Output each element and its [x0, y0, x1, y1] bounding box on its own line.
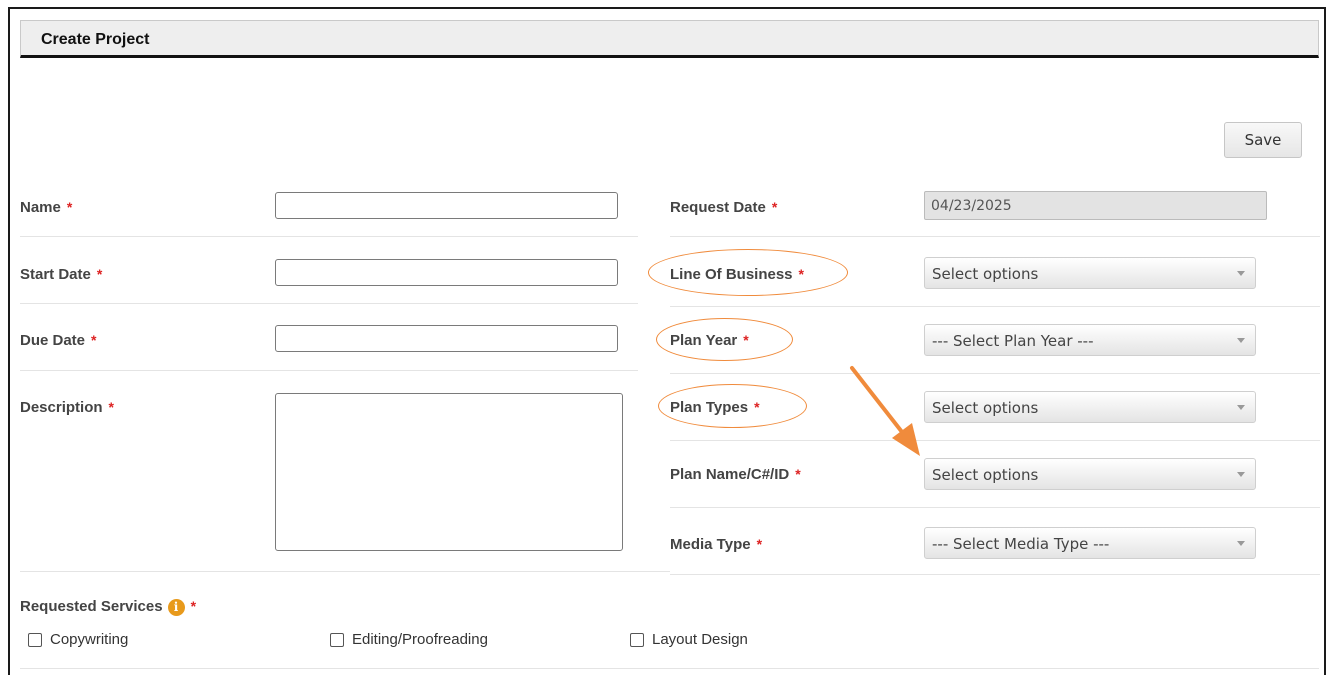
chevron-down-icon — [1237, 541, 1245, 546]
plan-name-selected: Select options — [932, 466, 1039, 484]
required-marker: * — [771, 199, 778, 215]
start-date-input[interactable] — [275, 259, 618, 286]
required-marker: * — [795, 466, 801, 482]
row-divider — [670, 306, 1320, 307]
plan-name-select[interactable]: Select options — [924, 458, 1256, 490]
service-option-editing[interactable]: Editing/Proofreading — [330, 631, 488, 648]
description-label-text: Description — [20, 399, 103, 416]
row-divider — [670, 507, 1320, 508]
page-title: Create Project — [41, 31, 150, 48]
name-input[interactable] — [275, 192, 618, 219]
row-divider — [20, 303, 638, 304]
start-date-label-text: Start Date — [20, 266, 91, 283]
name-label-text: Name — [20, 199, 61, 216]
media-type-select[interactable]: --- Select Media Type --- — [924, 527, 1256, 559]
required-marker: * — [108, 399, 114, 415]
plan-types-select[interactable]: Select options — [924, 391, 1256, 423]
layout-design-checkbox[interactable] — [630, 632, 644, 647]
required-marker: * — [96, 266, 103, 282]
copywriting-label: Copywriting — [50, 631, 129, 648]
save-button[interactable]: Save — [1224, 122, 1302, 158]
media-type-label: Media Type * — [670, 536, 762, 553]
copywriting-checkbox[interactable] — [28, 632, 42, 647]
row-divider — [670, 373, 1320, 374]
service-option-layout[interactable]: Layout Design — [630, 631, 748, 648]
due-date-label: Due Date * — [20, 332, 96, 349]
row-divider — [20, 668, 1319, 669]
media-type-selected: --- Select Media Type --- — [932, 535, 1110, 553]
due-date-label-text: Due Date — [20, 332, 86, 349]
request-date-field: 04/23/2025 — [924, 191, 1267, 220]
row-divider — [20, 571, 670, 572]
row-divider — [20, 370, 638, 371]
plan-year-selected: --- Select Plan Year --- — [932, 332, 1094, 350]
description-label: Description * — [20, 399, 114, 416]
editing-label: Editing/Proofreading — [352, 631, 488, 648]
annotation-oval — [648, 249, 848, 296]
required-marker: * — [91, 332, 97, 348]
request-date-label-text: Request Date — [670, 199, 766, 216]
line-of-business-selected: Select options — [932, 265, 1039, 283]
requested-services-label-text: Requested Services — [20, 598, 163, 615]
requested-services-label: Requested Services i * — [20, 598, 196, 616]
chevron-down-icon — [1237, 405, 1245, 410]
row-divider — [670, 574, 1320, 575]
plan-year-select[interactable]: --- Select Plan Year --- — [924, 324, 1256, 356]
plan-types-selected: Select options — [932, 399, 1039, 417]
start-date-label: Start Date * — [20, 266, 102, 283]
request-date-label: Request Date * — [670, 199, 777, 216]
annotation-oval — [658, 384, 807, 428]
annotation-oval — [656, 318, 793, 361]
due-date-input[interactable] — [275, 325, 618, 352]
chevron-down-icon — [1237, 338, 1245, 343]
description-textarea[interactable] — [275, 393, 623, 551]
required-marker: * — [756, 536, 763, 552]
layout-design-label: Layout Design — [652, 631, 748, 648]
required-marker: * — [190, 598, 197, 614]
arrow-icon — [850, 366, 920, 456]
service-option-copywriting[interactable]: Copywriting — [28, 631, 128, 648]
row-divider — [20, 236, 638, 237]
info-icon[interactable]: i — [167, 598, 185, 616]
row-divider — [670, 440, 1320, 441]
plan-name-label-text: Plan Name/C#/ID — [670, 466, 790, 483]
line-of-business-select[interactable]: Select options — [924, 257, 1256, 289]
name-label: Name * — [20, 199, 72, 216]
plan-name-label: Plan Name/C#/ID * — [670, 466, 801, 483]
chevron-down-icon — [1237, 472, 1245, 477]
chevron-down-icon — [1237, 271, 1245, 276]
required-marker: * — [66, 199, 73, 215]
panel-header: Create Project — [20, 20, 1319, 58]
row-divider — [670, 236, 1320, 237]
editing-checkbox[interactable] — [330, 632, 344, 647]
media-type-label-text: Media Type — [670, 536, 751, 553]
